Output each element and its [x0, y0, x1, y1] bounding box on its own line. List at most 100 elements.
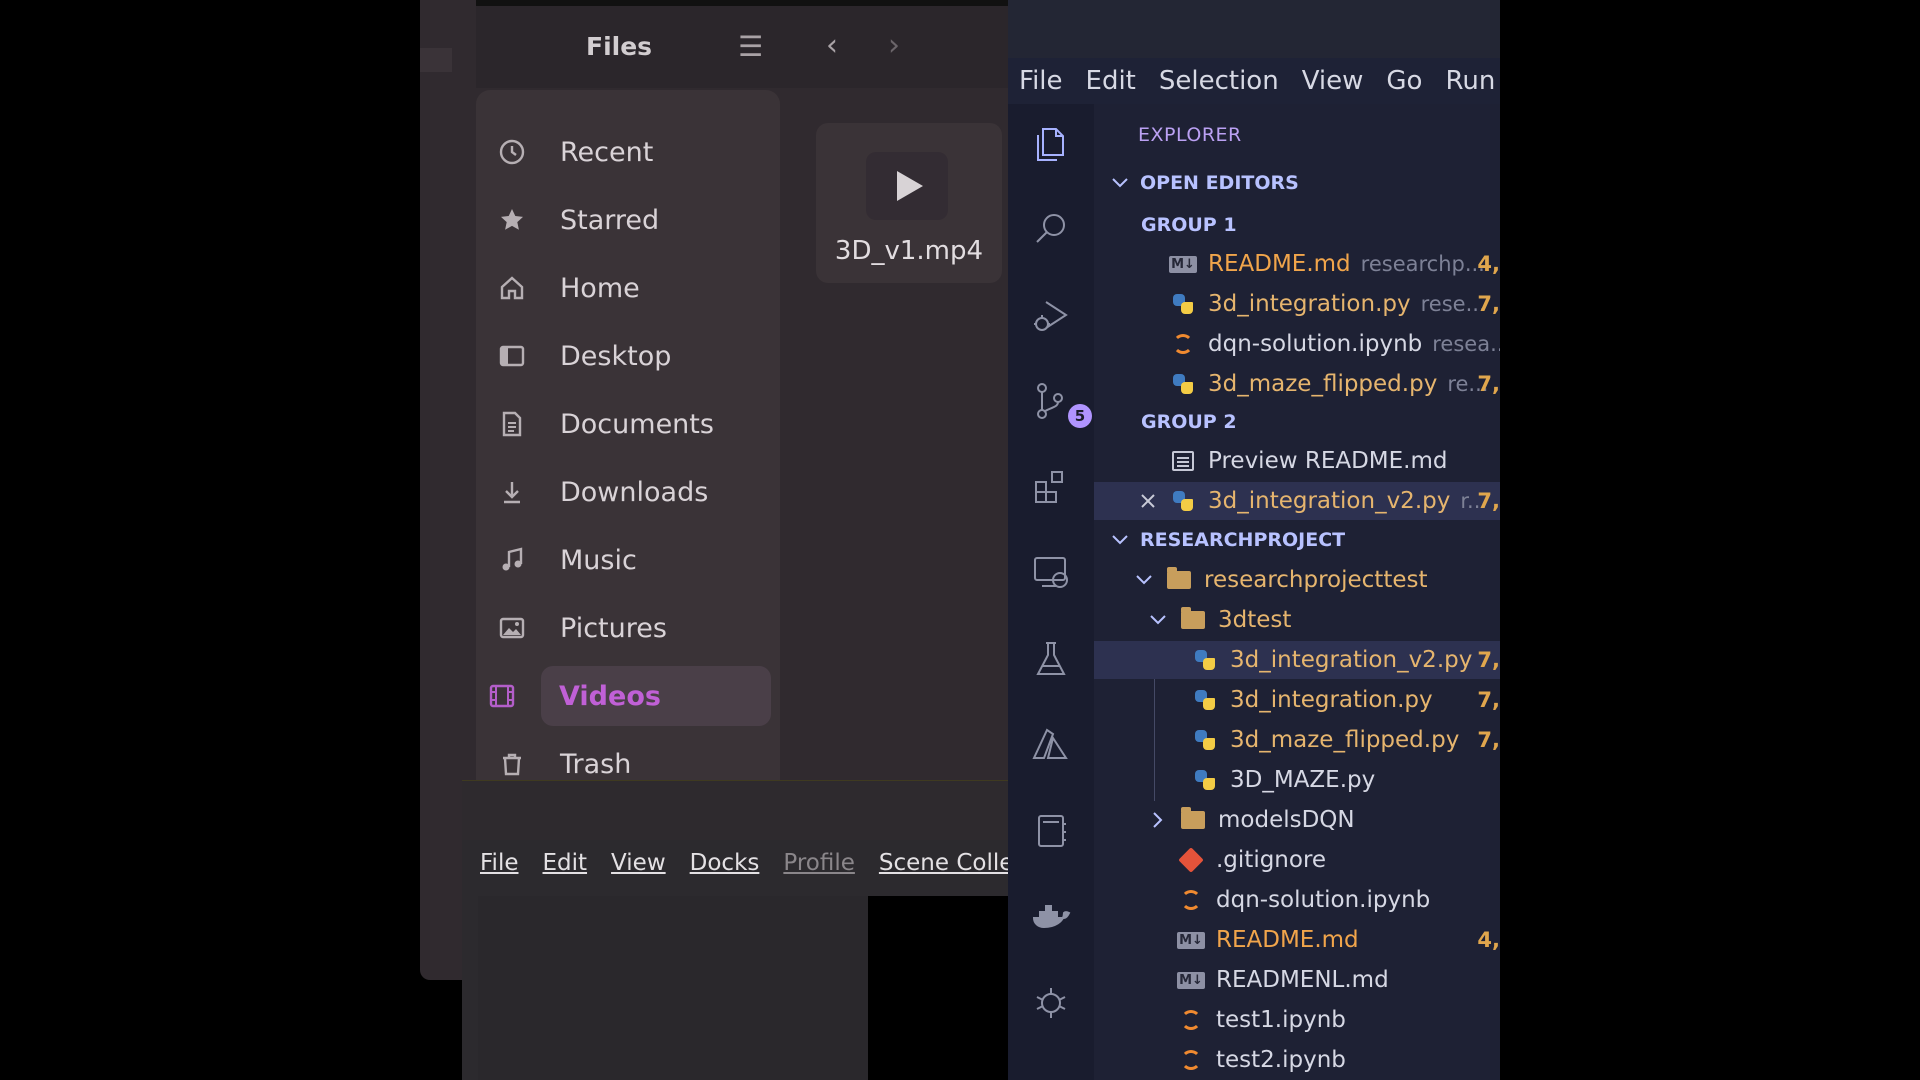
problem-count: 7, — [1477, 372, 1500, 396]
vs-menu-selection[interactable]: Selection — [1159, 66, 1279, 96]
python-icon — [1170, 291, 1196, 317]
clock-icon — [486, 138, 538, 166]
tree-file[interactable]: test2.ipynb — [1094, 1041, 1500, 1079]
window-edge — [420, 48, 452, 72]
home-icon — [486, 274, 538, 302]
tree-folder[interactable]: 3dtest — [1094, 601, 1500, 639]
sidebar-item-label: Desktop — [560, 340, 672, 372]
vs-menu-go[interactable]: Go — [1386, 66, 1422, 96]
python-icon — [1192, 727, 1218, 753]
sidebar-item-recent[interactable]: Recent — [486, 122, 772, 182]
vscode-titlebar — [1008, 0, 1500, 60]
sidebar-item-starred[interactable]: Starred — [486, 190, 772, 250]
tree-file[interactable]: M↓ READMENL.md — [1094, 961, 1500, 999]
open-editor-item[interactable]: dqn-solution.ipynb resea... — [1094, 325, 1500, 363]
open-editor-item[interactable]: 3d_integration.py rese... 7, — [1094, 285, 1500, 323]
file-name: test2.ipynb — [1216, 1047, 1346, 1073]
obs-menu-docks[interactable]: Docks — [690, 850, 760, 876]
desktop-icon — [486, 342, 538, 370]
obs-menu-file[interactable]: File — [480, 850, 519, 876]
tree-folder[interactable]: modelsDQN — [1094, 801, 1500, 839]
testing-flask-icon[interactable] — [1026, 634, 1076, 684]
tree-file[interactable]: .gitignore — [1094, 841, 1500, 879]
notebook-icon[interactable] — [1026, 806, 1076, 856]
markdown-icon: M↓ — [1177, 931, 1205, 949]
tree-file[interactable]: dqn-solution.ipynb — [1094, 881, 1500, 919]
obs-panel — [478, 896, 868, 1080]
problem-count: 7, — [1477, 728, 1500, 752]
search-icon[interactable] — [1026, 204, 1076, 254]
open-editor-item[interactable]: 3d_maze_flipped.py re... 7, — [1094, 365, 1500, 403]
sidebar-item-home[interactable]: Home — [486, 258, 772, 318]
open-editor-item[interactable]: M↓ README.md researchp... 4, — [1094, 245, 1500, 283]
sidebar-item-label: Starred — [560, 204, 660, 236]
sidebar-item-pictures[interactable]: Pictures — [486, 598, 772, 658]
star-icon — [486, 206, 538, 234]
file-path: researchp... — [1360, 252, 1485, 276]
docker-icon[interactable] — [1026, 892, 1076, 942]
project-header[interactable]: RESEARCHPROJECT — [1106, 523, 1345, 557]
hamburger-menu-icon[interactable]: ☰ — [738, 30, 763, 63]
python-icon — [1192, 687, 1218, 713]
sidebar-item-desktop[interactable]: Desktop — [486, 326, 772, 386]
music-icon — [486, 546, 538, 574]
chevron-right-icon — [1144, 811, 1172, 829]
file-name: 3d_maze_flipped.py — [1230, 727, 1460, 753]
download-icon — [486, 478, 538, 506]
file-name: dqn-solution.ipynb — [1216, 887, 1431, 913]
sidebar-item-music[interactable]: Music — [486, 530, 772, 590]
obs-preview-area — [868, 896, 1010, 1080]
forward-arrow-icon[interactable]: › — [888, 28, 900, 63]
files-title: Files — [586, 32, 653, 61]
obs-menu-edit[interactable]: Edit — [543, 850, 588, 876]
sidebar-item-label: Downloads — [560, 476, 709, 508]
open-editors-header[interactable]: OPEN EDITORS — [1106, 166, 1299, 200]
source-control-icon[interactable]: 5 — [1026, 376, 1092, 428]
open-editor-item[interactable]: Preview README.md — [1094, 442, 1500, 480]
vs-menu-run[interactable]: Run — [1445, 66, 1495, 96]
explorer-icon[interactable] — [1026, 118, 1076, 168]
file-name: 3d_integration_v2.py — [1230, 647, 1473, 673]
vs-menu-edit[interactable]: Edit — [1086, 66, 1136, 96]
preview-icon — [1170, 448, 1196, 474]
file-name: Preview README.md — [1208, 448, 1448, 474]
tree-file[interactable]: 3d_maze_flipped.py 7, — [1094, 721, 1500, 759]
tree-file[interactable]: 3d_integration.py 7, — [1094, 681, 1500, 719]
tree-folder[interactable]: researchprojecttest — [1094, 561, 1500, 599]
chevron-down-icon — [1144, 614, 1172, 626]
notebook-file-icon — [1178, 1007, 1204, 1033]
tree-file[interactable]: 3D_MAZE.py — [1094, 761, 1500, 799]
problem-count: 4, — [1477, 252, 1500, 276]
obs-menu-scene-collection[interactable]: Scene Collec — [879, 850, 1026, 876]
extensions-icon[interactable] — [1026, 462, 1076, 512]
file-name: 3d_integration.py — [1208, 291, 1411, 317]
remote-explorer-icon[interactable] — [1026, 548, 1076, 598]
run-debug-icon[interactable] — [1026, 290, 1076, 340]
obs-menu-profile[interactable]: Profile — [783, 850, 855, 876]
vscode-menubar: File Edit Selection View Go Run — [1008, 58, 1500, 104]
file-name: 3D_MAZE.py — [1230, 767, 1376, 793]
tree-file[interactable]: M↓ README.md 4, — [1094, 921, 1500, 959]
azure-icon[interactable] — [1026, 720, 1076, 770]
sidebar-item-downloads[interactable]: Downloads — [486, 462, 772, 522]
obs-menu-view[interactable]: View — [611, 850, 666, 876]
tree-file[interactable]: test1.ipynb — [1094, 1001, 1500, 1039]
sidebar-item-documents[interactable]: Documents — [486, 394, 772, 454]
sidebar-item-videos[interactable]: Videos — [489, 666, 771, 726]
back-arrow-icon[interactable]: ‹ — [826, 28, 838, 63]
file-path: rese... — [1420, 292, 1486, 316]
kubernetes-icon[interactable] — [1026, 978, 1076, 1028]
open-editor-item-active[interactable]: 3d_integration_v2.py r... 7, — [1094, 482, 1500, 520]
document-icon — [486, 410, 538, 438]
chevron-down-icon — [1106, 534, 1134, 546]
close-icon[interactable] — [1136, 493, 1160, 509]
tree-file-active[interactable]: 3d_integration_v2.py 7, — [1094, 641, 1500, 679]
vs-menu-view[interactable]: View — [1302, 66, 1364, 96]
sidebar-item-label: Home — [560, 272, 640, 304]
sidebar-item-label: Documents — [560, 408, 714, 440]
vs-menu-file[interactable]: File — [1019, 66, 1063, 96]
file-name: 3d_maze_flipped.py — [1208, 371, 1438, 397]
notebook-file-icon — [1178, 1047, 1204, 1073]
python-icon — [1192, 647, 1218, 673]
file-name: test1.ipynb — [1216, 1007, 1346, 1033]
